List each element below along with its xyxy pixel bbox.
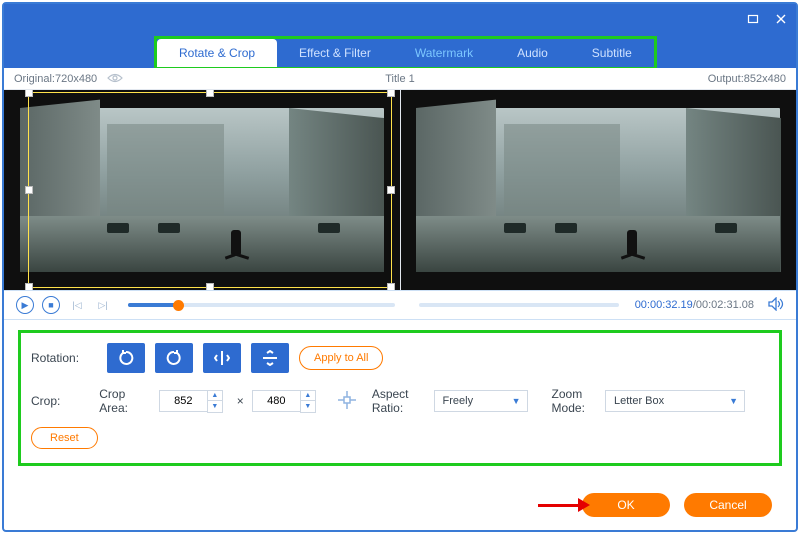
tab-effect-filter[interactable]: Effect & Filter [277, 39, 393, 67]
crop-height-spinner[interactable]: ▲▼ [300, 390, 316, 413]
crop-handle[interactable] [25, 90, 33, 97]
video-title: Title 1 [385, 73, 415, 85]
duration: 00:02:31.08 [696, 299, 754, 311]
chevron-down-icon: ▼ [512, 396, 521, 406]
chevron-up-icon[interactable]: ▲ [208, 391, 222, 402]
apply-to-all-button[interactable]: Apply to All [299, 346, 383, 370]
seek-slider-secondary[interactable] [419, 303, 619, 307]
center-position-icon[interactable] [336, 389, 358, 414]
crop-label: Crop: [31, 394, 99, 408]
crop-handle[interactable] [25, 186, 33, 194]
crop-width-input[interactable] [159, 390, 207, 412]
current-time: 00:00:32.19 [635, 299, 693, 311]
flip-vertical-button[interactable] [251, 343, 289, 373]
original-dims: 720x480 [55, 73, 97, 85]
next-frame-icon[interactable]: ▷| [94, 296, 112, 314]
eye-icon[interactable] [107, 71, 123, 86]
crop-handle[interactable] [206, 283, 214, 290]
crop-width-field: ▲▼ [159, 390, 223, 413]
prev-frame-icon[interactable]: |◁ [68, 296, 86, 314]
playback-bar: ▶ ■ |◁ ▷| 00:00:32.19/00:02:31.08 [4, 290, 796, 320]
crop-width-spinner[interactable]: ▲▼ [207, 390, 223, 413]
reset-button[interactable]: Reset [31, 427, 98, 449]
original-preview[interactable] [4, 90, 400, 290]
zoom-mode-select[interactable]: Letter Box ▼ [605, 390, 745, 412]
crop-handle[interactable] [206, 90, 214, 97]
window-minimize-icon[interactable] [746, 12, 760, 26]
window-close-icon[interactable] [774, 12, 788, 26]
cancel-button[interactable]: Cancel [684, 493, 772, 517]
rotate-ccw-button[interactable] [107, 343, 145, 373]
rotate-cw-button[interactable] [155, 343, 193, 373]
stop-icon[interactable]: ■ [42, 296, 60, 314]
zoom-mode-value: Letter Box [614, 395, 664, 407]
output-dims: 852x480 [744, 73, 786, 85]
tab-rotate-crop[interactable]: Rotate & Crop [157, 39, 277, 67]
chevron-down-icon: ▼ [729, 396, 738, 406]
crop-area-label: Crop Area: [99, 387, 151, 415]
rotation-label: Rotation: [31, 351, 107, 365]
tab-audio[interactable]: Audio [495, 39, 570, 67]
tabs-highlight: Rotate & Crop Effect & Filter Watermark … [154, 36, 657, 68]
zoom-mode-group: Zoom Mode: Letter Box ▼ [552, 387, 745, 415]
playback-time: 00:00:32.19/00:02:31.08 [635, 299, 754, 311]
seek-slider[interactable] [128, 303, 395, 307]
chevron-up-icon[interactable]: ▲ [301, 391, 315, 402]
aspect-ratio-group: Aspect Ratio: Freely ▼ [372, 387, 528, 415]
flip-horizontal-button[interactable] [203, 343, 241, 373]
chevron-down-icon[interactable]: ▼ [301, 401, 315, 412]
crop-handle[interactable] [387, 186, 395, 194]
info-row: Original: 720x480 Title 1 Output: 852x48… [4, 68, 796, 90]
crop-handle[interactable] [387, 283, 395, 290]
preview-area [4, 90, 796, 290]
rotation-row: Rotation: Apply to All [31, 343, 769, 373]
volume-icon[interactable] [768, 297, 784, 314]
times-separator: × [237, 394, 244, 408]
app-window: Rotate & Crop Effect & Filter Watermark … [2, 2, 798, 532]
ok-button[interactable]: OK [582, 493, 670, 517]
output-frame [416, 108, 780, 272]
chevron-down-icon[interactable]: ▼ [208, 401, 222, 412]
rotate-crop-panel: Rotation: Apply to All Crop: Crop Area: … [18, 330, 782, 466]
tab-watermark[interactable]: Watermark [393, 39, 495, 67]
output-preview [400, 90, 797, 290]
aspect-ratio-label: Aspect Ratio: [372, 387, 426, 415]
crop-row: Crop: Crop Area: ▲▼ × ▲▼ Aspect Ratio: F… [31, 387, 769, 415]
crop-height-field: ▲▼ [252, 390, 316, 413]
tab-subtitle[interactable]: Subtitle [570, 39, 654, 67]
crop-rectangle[interactable] [28, 92, 392, 288]
original-label: Original: [14, 73, 55, 85]
zoom-mode-label: Zoom Mode: [552, 387, 597, 415]
footer: OK Cancel [4, 480, 796, 530]
aspect-ratio-value: Freely [443, 395, 474, 407]
annotation-arrow [538, 498, 590, 512]
crop-handle[interactable] [25, 283, 33, 290]
output-label: Output: [708, 73, 744, 85]
play-icon[interactable]: ▶ [16, 296, 34, 314]
aspect-ratio-select[interactable]: Freely ▼ [434, 390, 528, 412]
crop-handle[interactable] [387, 90, 395, 97]
crop-height-input[interactable] [252, 390, 300, 412]
tab-bar: Rotate & Crop Effect & Filter Watermark … [4, 34, 796, 68]
titlebar [4, 4, 796, 34]
